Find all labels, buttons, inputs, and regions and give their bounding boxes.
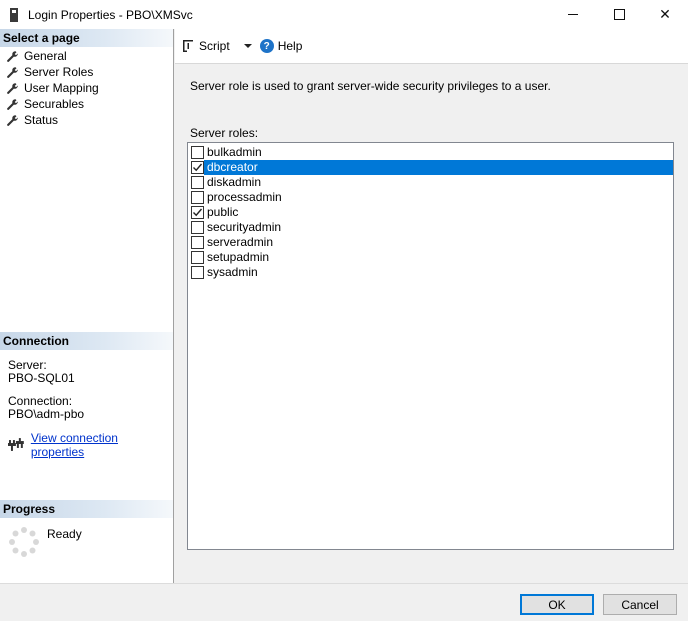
connection-section: Connection Server: PBO-SQL01 Connection:… — [0, 332, 173, 459]
server-role-description: Server role is used to grant server-wide… — [190, 79, 551, 93]
role-row-public[interactable]: public — [188, 205, 673, 220]
server-roles-list[interactable]: bulkadmin dbcreator diskadmin processadmin p… — [187, 142, 674, 550]
content-pane: Server role is used to grant server-wide… — [175, 64, 688, 583]
script-dropdown-arrow[interactable] — [243, 44, 252, 48]
server-value: PBO-SQL01 — [8, 371, 75, 385]
role-checkbox[interactable] — [191, 176, 204, 189]
server-info: Server: PBO-SQL01 — [8, 359, 173, 385]
close-icon: ✕ — [659, 6, 671, 22]
ok-button[interactable]: OK — [520, 594, 594, 615]
connection-body: Server: PBO-SQL01 Connection: PBO\adm-pb… — [0, 350, 173, 459]
page-item-status[interactable]: Status — [0, 112, 173, 128]
role-row-securityadmin[interactable]: securityadmin — [188, 220, 673, 235]
server-roles-label: Server roles: — [190, 126, 259, 140]
page-label: Status — [24, 113, 59, 127]
role-checkbox[interactable] — [191, 146, 204, 159]
select-page-header: Select a page — [0, 29, 173, 47]
role-name: public — [207, 205, 239, 219]
role-checkbox[interactable] — [191, 266, 204, 279]
page-label: Server Roles — [24, 65, 94, 79]
role-name: processadmin — [207, 190, 282, 204]
role-row-processadmin[interactable]: processadmin — [188, 190, 673, 205]
close-button[interactable]: ✕ — [642, 0, 688, 29]
spinner-icon — [9, 527, 39, 557]
roles-list-inner: bulkadmin dbcreator diskadmin processadmin p… — [188, 143, 673, 280]
page-item-user-mapping[interactable]: User Mapping — [0, 80, 173, 96]
role-checkbox[interactable] — [191, 236, 204, 249]
plug-icon — [8, 438, 24, 451]
role-checkbox[interactable] — [191, 191, 204, 204]
progress-section: Progress Ready — [0, 500, 173, 558]
connection-value: PBO\adm-pbo — [8, 407, 85, 421]
role-name: securityadmin — [207, 220, 282, 234]
toolbar: Script ? Help — [175, 29, 688, 64]
script-icon — [183, 40, 193, 52]
left-pane: Select a page General Server Roles User … — [0, 29, 174, 583]
progress-header: Progress — [0, 500, 173, 518]
page-list: General Server Roles User Mapping Secura… — [0, 47, 173, 128]
connection-info: Connection: PBO\adm-pbo — [8, 395, 173, 421]
wrench-icon — [7, 114, 18, 126]
page-label: General — [24, 49, 67, 63]
role-row-setupadmin[interactable]: setupadmin — [188, 250, 673, 265]
cancel-button[interactable]: Cancel — [603, 594, 677, 615]
role-name: sysadmin — [207, 265, 258, 279]
window-controls: ✕ — [550, 0, 688, 29]
role-row-dbcreator[interactable]: dbcreator — [188, 160, 673, 175]
wrench-icon — [7, 98, 18, 110]
wrench-icon — [7, 82, 18, 94]
role-checkbox[interactable] — [191, 221, 204, 234]
check-icon — [193, 163, 203, 172]
role-name: setupadmin — [207, 250, 270, 264]
role-row-bulkadmin[interactable]: bulkadmin — [188, 145, 673, 160]
page-label: Securables — [24, 97, 85, 111]
role-checkbox[interactable] — [191, 206, 204, 219]
script-label: Script — [199, 39, 230, 53]
check-icon — [193, 208, 203, 217]
wrench-icon — [7, 66, 18, 78]
role-checkbox[interactable] — [191, 161, 204, 174]
wrench-icon — [7, 50, 18, 62]
role-row-diskadmin[interactable]: diskadmin — [188, 175, 673, 190]
progress-body: Ready — [0, 518, 173, 558]
role-name: diskadmin — [207, 175, 262, 189]
role-checkbox[interactable] — [191, 251, 204, 264]
progress-status: Ready — [47, 527, 82, 541]
bottom-bar: OK Cancel — [0, 583, 688, 621]
role-row-serveradmin[interactable]: serveradmin — [188, 235, 673, 250]
script-button[interactable]: Script — [181, 39, 230, 53]
view-connection-properties-link[interactable]: View connection properties — [31, 431, 173, 459]
page-item-server-roles[interactable]: Server Roles — [0, 64, 173, 80]
app-icon — [10, 7, 18, 22]
connection-header: Connection — [0, 332, 173, 350]
role-row-sysadmin[interactable]: sysadmin — [188, 265, 673, 280]
role-name: dbcreator — [204, 160, 673, 175]
connection-link-row: View connection properties — [8, 431, 173, 459]
minimize-button[interactable] — [550, 0, 596, 29]
title-bar: Login Properties - PBO\XMSvc ✕ — [0, 0, 688, 29]
role-name: bulkadmin — [207, 145, 262, 159]
help-icon: ? — [259, 39, 274, 53]
role-name: serveradmin — [207, 235, 274, 249]
page-item-general[interactable]: General — [0, 48, 173, 64]
page-item-securables[interactable]: Securables — [0, 96, 173, 112]
window-title: Login Properties - PBO\XMSvc — [28, 7, 193, 22]
page-label: User Mapping — [24, 81, 99, 95]
maximize-button[interactable] — [596, 0, 642, 29]
help-button[interactable]: ? Help — [259, 39, 303, 53]
help-label: Help — [277, 39, 303, 53]
